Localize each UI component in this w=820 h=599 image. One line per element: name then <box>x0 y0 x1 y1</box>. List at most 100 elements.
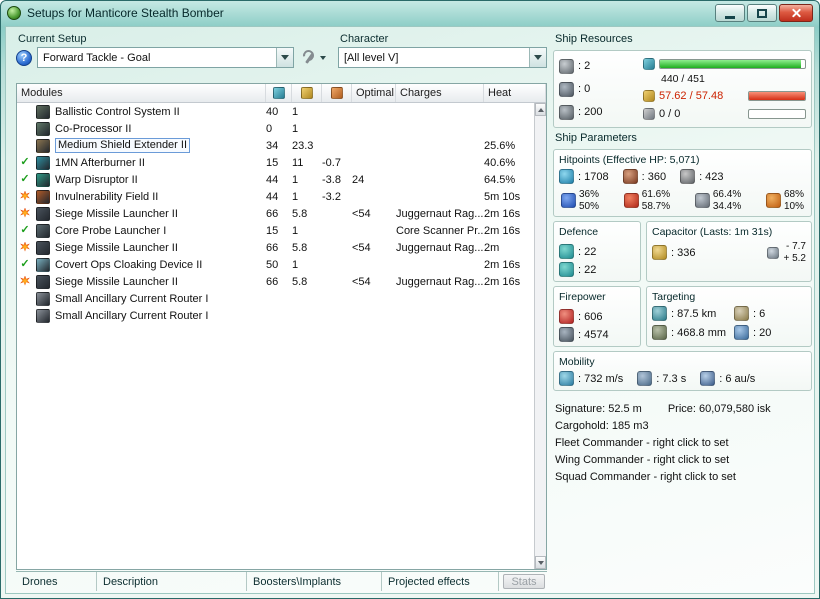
current-setup-select[interactable]: Forward Tackle - Goal <box>37 47 294 68</box>
charges-column-header[interactable]: Charges <box>396 84 484 102</box>
capacitor-column-icon <box>330 87 343 99</box>
titlebar[interactable]: Setups for Manticore Stealth Bomber <box>1 1 819 25</box>
module-heat: 25.6% <box>484 139 516 152</box>
stats-button[interactable]: Stats <box>503 574 545 589</box>
maximize-button[interactable] <box>747 4 777 22</box>
module-heat: 2m <box>484 241 500 254</box>
module-charges: Juggernaut Rag... <box>396 241 484 254</box>
tab-drones[interactable]: Drones <box>16 572 97 591</box>
tab-boosters-implants[interactable]: Boosters\Implants <box>247 572 382 591</box>
calibration-bar <box>748 109 806 119</box>
character-select[interactable]: [All level V] <box>338 47 547 68</box>
module-pg: 1 <box>292 258 299 271</box>
chevron-down-icon <box>537 560 544 565</box>
tab-projected-effects[interactable]: Projected effects <box>382 572 499 591</box>
modules-table: Modules Optimal Charges Heat Ballistic C… <box>16 83 547 570</box>
module-row[interactable]: Siege Missile Launcher II 66 5.8 <54 Juggern… <box>17 239 534 256</box>
align-time-value: : 7.3 s <box>656 372 687 385</box>
powergrid-icon <box>643 90 655 102</box>
launcher-hardpoints-icon <box>559 81 574 97</box>
powergrid-column-header[interactable] <box>292 84 322 102</box>
armor-hp-value: : 360 <box>641 170 667 183</box>
module-row[interactable]: Small Ancillary Current Router I <box>17 307 534 324</box>
module-row[interactable]: Co-Processor II 0 1 <box>17 120 534 137</box>
heat-column-header[interactable]: Heat <box>484 84 546 102</box>
module-cpu: 15 <box>266 224 279 237</box>
minimize-button[interactable] <box>715 4 745 22</box>
tools-icon <box>301 50 316 65</box>
scan-resolution-icon <box>652 325 667 340</box>
module-cpu: 66 <box>266 241 279 254</box>
cpu-column-header[interactable] <box>266 84 292 102</box>
shield-boost-icon <box>559 262 574 277</box>
warp-speed-icon <box>700 371 716 386</box>
capacitor-column-header[interactable] <box>322 84 352 102</box>
module-row[interactable]: Ballistic Control System II 40 1 <box>17 103 534 120</box>
siege-missile-launcher-module-icon <box>33 274 53 289</box>
ballistic-control-module-icon <box>33 104 53 119</box>
character-dropdown-button[interactable] <box>529 48 546 67</box>
module-heat: 2m 16s <box>484 258 521 271</box>
chevron-down-icon <box>281 55 289 60</box>
calibration-text: 0 / 0 <box>659 108 681 120</box>
wing-commander-text[interactable]: Wing Commander - right click to set <box>555 454 812 466</box>
defence-value-1: : 22 <box>578 245 597 258</box>
max-targets-icon <box>734 306 749 321</box>
module-row[interactable]: ✓ Warp Disruptor II 44 1 -3.8 24 64.5% <box>17 171 534 188</box>
modules-scrollbar[interactable] <box>534 103 546 569</box>
module-row[interactable]: Invulnerability Field II 44 1 -3.2 5m 10s <box>17 188 534 205</box>
modules-column-header[interactable]: Modules <box>17 84 266 102</box>
module-name: Warp Disruptor II <box>55 173 138 186</box>
module-pg: 1 <box>292 190 299 203</box>
module-name: Core Probe Launcher I <box>55 224 167 237</box>
module-row[interactable]: Small Ancillary Current Router I <box>17 290 534 307</box>
close-button[interactable] <box>779 4 813 22</box>
squad-commander-text[interactable]: Squad Commander - right click to set <box>555 471 812 483</box>
scroll-up-button[interactable] <box>535 103 546 116</box>
fleet-commander-text[interactable]: Fleet Commander - right click to set <box>555 437 812 449</box>
current-setup-value: Forward Tackle - Goal <box>43 51 151 64</box>
module-name: Covert Ops Cloaking Device II <box>55 258 203 271</box>
minimize-icon <box>725 15 735 19</box>
help-icon[interactable]: ? <box>16 49 32 66</box>
module-pg: 1 <box>292 105 299 118</box>
current-setup-group: Current Setup ? Forward Tackle - Goal <box>16 33 328 68</box>
afterburner-module-icon <box>33 155 53 170</box>
module-pg: 11 <box>292 156 304 169</box>
defence-title: Defence <box>559 226 599 238</box>
optimal-column-header[interactable]: Optimal <box>352 84 396 102</box>
ship-parameters-title: Ship Parameters <box>555 132 637 144</box>
current-setup-label: Current Setup <box>18 33 87 45</box>
explosive-armor-resist: 10% <box>783 200 804 212</box>
co-processor-module-icon <box>33 121 53 136</box>
module-row[interactable]: ✓ Covert Ops Cloaking Device II 50 1 2m 16s <box>17 256 534 273</box>
setup-tools-button[interactable] <box>299 48 328 67</box>
fitting-area: Current Setup ? Forward Tackle - Goal Ch… <box>16 33 547 591</box>
scroll-down-button[interactable] <box>535 556 546 569</box>
shield-extender-module-icon <box>33 138 53 153</box>
module-row[interactable]: Siege Missile Launcher II 66 5.8 <54 Juggern… <box>17 205 534 222</box>
scan-resolution-value: : 468.8 mm <box>671 326 727 339</box>
thermal-armor-resist: 58.7% <box>641 200 671 212</box>
module-heat: 40.6% <box>484 156 516 169</box>
capacitor-box: Capacitor (Lasts: 1m 31s) : 336 - 7.7 + 5… <box>646 221 812 282</box>
capacitor-icon <box>652 245 667 260</box>
speed-value: : 732 m/s <box>578 372 624 385</box>
module-heat: 64.5% <box>484 173 516 186</box>
module-charges: Core Scanner Pr... <box>396 224 484 237</box>
launcher-hardpoints-value: : 0 <box>578 83 591 95</box>
siege-missile-launcher-module-icon <box>33 206 53 221</box>
module-row[interactable]: ✓ 1MN Afterburner II 15 11 -0.7 40.6% <box>17 154 534 171</box>
fitted-ok-icon: ✓ <box>20 258 30 270</box>
kinetic-shield-resist: 66.4% <box>712 189 742 200</box>
structure-hp-value: : 423 <box>699 170 724 183</box>
tab-description[interactable]: Description <box>97 572 247 591</box>
module-heat: 2m 16s <box>484 275 521 288</box>
thermal-shield-resist: 61.6% <box>641 189 671 200</box>
module-row[interactable]: Medium Shield Extender II 34 23.3 25.6% <box>17 137 534 154</box>
cpu-column-icon <box>272 87 285 99</box>
current-setup-dropdown-button[interactable] <box>276 48 293 67</box>
bottom-tabbar: Drones Description Boosters\Implants Pro… <box>16 571 547 591</box>
module-row[interactable]: ✓ Core Probe Launcher I 15 1 Core Scanner Pr… <box>17 222 534 239</box>
module-row[interactable]: Siege Missile Launcher II 66 5.8 <54 Juggern… <box>17 273 534 290</box>
